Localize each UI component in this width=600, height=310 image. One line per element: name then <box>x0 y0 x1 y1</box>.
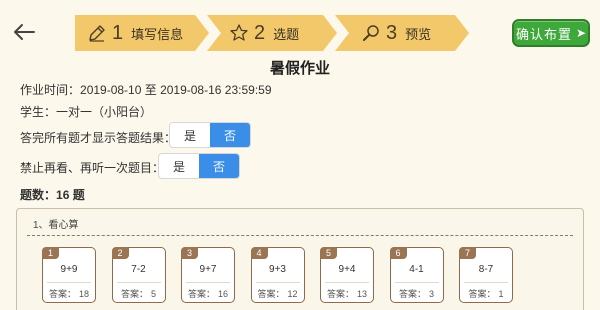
question-number-badge: 3 <box>181 247 198 259</box>
question-count-value: 16 题 <box>56 188 85 202</box>
top-bar: 1 填写信息 2 选题 3 预览 确认布置 ➤ <box>0 0 600 64</box>
step-number: 1 <box>112 21 124 44</box>
question-number-badge: 7 <box>459 247 476 259</box>
student-label: 学生： <box>20 105 57 119</box>
answer-value: 3 <box>429 289 435 299</box>
answer-label: 答案： <box>257 289 285 299</box>
step-preview[interactable]: 3 预览 <box>335 15 469 51</box>
card-divider <box>325 282 369 283</box>
show-result-toggle: 是 否 <box>169 122 251 148</box>
question-answer: 答案： 5 <box>113 287 165 300</box>
answer-label: 答案： <box>120 289 148 299</box>
question-answer: 答案： 18 <box>43 287 95 300</box>
show-result-yes-option[interactable]: 是 <box>170 123 210 147</box>
step-number: 2 <box>254 21 266 44</box>
answer-label: 答案： <box>187 289 215 299</box>
no-replay-label: 禁止再看、再听一次题目： <box>20 161 165 175</box>
question-number-badge: 5 <box>320 247 337 259</box>
question-number-badge: 2 <box>111 247 129 259</box>
question-count-label: 题数： <box>20 188 57 202</box>
question-card[interactable]: 5 9+4 答案： 13 <box>320 247 374 303</box>
question-number-badge: 4 <box>250 247 268 259</box>
no-replay-no-option[interactable]: 否 <box>199 154 239 178</box>
answer-value: 16 <box>218 289 229 299</box>
student-value: 一对一（小阳台） <box>56 105 153 119</box>
answer-value: 12 <box>287 289 298 299</box>
question-answer: 答案： 13 <box>321 287 373 300</box>
step-fill-info[interactable]: 1 填写信息 <box>75 15 209 51</box>
question-expression: 9+4 <box>338 264 356 275</box>
section-title: 1、看心算 <box>33 220 79 231</box>
back-arrow-icon[interactable] <box>10 18 38 46</box>
confirm-assign-button[interactable]: 确认布置 ➤ <box>512 19 590 47</box>
step-label: 预览 <box>405 26 432 42</box>
page-title: 暑假作业 <box>269 60 330 77</box>
question-expression: 9+3 <box>269 264 286 275</box>
student-row: 学生：一对一（小阳台） <box>20 103 152 120</box>
show-result-after-all-label: 答完所有题才显示答题结果： <box>20 131 177 145</box>
star-icon <box>229 23 249 43</box>
card-divider <box>464 282 508 283</box>
magnifier-icon <box>361 23 381 43</box>
question-card[interactable]: 6 4-1 答案： 3 <box>389 247 444 303</box>
question-section: 1、看心算 1 9+9 答案： 18 2 7-2 答案： 5 3 9+7 答案： 16 4 9+3 答案： 1… <box>16 208 584 310</box>
card-divider <box>186 282 230 283</box>
question-answer: 答案： 12 <box>252 287 304 300</box>
question-expression: 9+9 <box>60 264 78 275</box>
no-replay-yes-option[interactable]: 是 <box>159 154 199 178</box>
answer-label: 答案： <box>398 289 426 299</box>
question-card[interactable]: 2 7-2 答案： 5 <box>111 247 166 303</box>
card-divider <box>394 282 439 283</box>
question-answer: 答案： 16 <box>182 287 234 300</box>
card-divider <box>116 282 161 283</box>
question-number-badge: 1 <box>42 247 59 259</box>
answer-label: 答案： <box>326 289 354 299</box>
question-expression: 8-7 <box>478 264 494 275</box>
card-divider <box>255 282 300 283</box>
homework-time-row: 作业时间：2019-08-10 至 2019-08-16 23:59:59 <box>20 81 272 98</box>
pencil-icon <box>87 23 107 43</box>
question-number-badge: 6 <box>389 247 407 259</box>
answer-value: 13 <box>357 289 368 299</box>
arrow-right-icon: ➤ <box>575 26 587 40</box>
answer-label: 答案： <box>468 289 496 299</box>
no-replay-toggle: 是 否 <box>158 153 240 179</box>
question-card[interactable]: 7 8-7 答案： 1 <box>459 247 513 303</box>
answer-label: 答案： <box>48 289 76 299</box>
step-select-questions[interactable]: 2 选题 <box>207 15 337 51</box>
section-divider <box>27 235 573 236</box>
step-label: 选题 <box>273 26 300 42</box>
question-card[interactable]: 4 9+3 答案： 12 <box>250 247 305 303</box>
question-answer: 答案： 3 <box>391 287 443 300</box>
question-expression: 7-2 <box>131 264 146 275</box>
question-expression: 9+7 <box>199 264 217 275</box>
question-expression: 4-1 <box>409 264 424 275</box>
homework-time-label: 作业时间： <box>20 83 81 97</box>
answer-value: 18 <box>79 289 90 299</box>
question-count-row: 题数：16 题 <box>20 186 85 203</box>
question-answer: 答案： 1 <box>460 287 512 300</box>
answer-value: 1 <box>498 289 504 299</box>
answer-value: 5 <box>151 289 157 299</box>
step-number: 3 <box>386 21 398 44</box>
confirm-assign-label: 确认布置 <box>515 26 572 42</box>
homework-time-value: 2019-08-10 至 2019-08-16 23:59:59 <box>80 83 272 97</box>
show-result-no-option[interactable]: 否 <box>210 123 250 147</box>
question-card[interactable]: 3 9+7 答案： 16 <box>181 247 235 303</box>
question-card[interactable]: 1 9+9 答案： 18 <box>42 247 96 303</box>
card-divider <box>47 282 91 283</box>
step-label: 填写信息 <box>131 26 184 42</box>
